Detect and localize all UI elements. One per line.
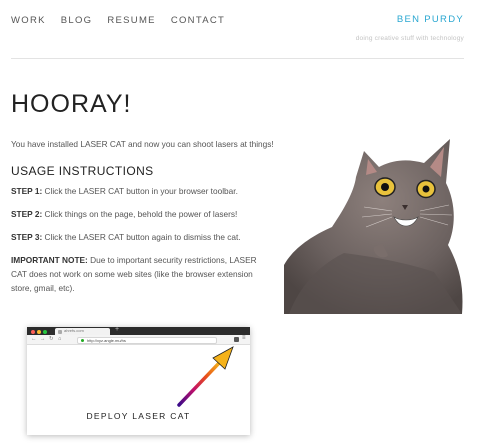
step-2-label: STEP 2: [11, 209, 43, 219]
important-note: IMPORTANT NOTE: Due to important securit… [11, 253, 261, 295]
main-nav: WORK BLOG RESUME CONTACT [11, 15, 240, 26]
nav-work[interactable]: WORK [11, 15, 46, 26]
nav-contact[interactable]: CONTACT [171, 15, 225, 26]
header-divider [11, 58, 464, 59]
step-1-label: STEP 1: [11, 186, 43, 196]
step-1-text: Click the LASER CAT button in your brows… [42, 186, 238, 196]
nav-blog[interactable]: BLOG [61, 15, 93, 26]
nav-resume[interactable]: RESUME [107, 15, 155, 26]
page-title: HOORAY! [11, 90, 132, 118]
step-3-text: Click the LASER CAT button again to dism… [42, 232, 241, 242]
site-brand[interactable]: BEN PURDY [397, 14, 464, 25]
laser-cat-image [284, 139, 463, 314]
site-tagline: doing creative stuff with technology [355, 35, 464, 42]
browser-screenshot: ahrefs.com + ← → ↻ ⌂ http://xyz.angle.mu… [27, 327, 250, 435]
step-2: STEP 2: Click things on the page, behold… [11, 207, 261, 221]
step-3-label: STEP 3: [11, 232, 43, 242]
intro-text: You have installed LASER CAT and now you… [11, 139, 274, 149]
deploy-caption: DEPLOY LASER CAT [86, 411, 191, 421]
usage-heading: USAGE INSTRUCTIONS [11, 164, 154, 178]
step-1: STEP 1: Click the LASER CAT button in yo… [11, 184, 261, 198]
note-label: IMPORTANT NOTE: [11, 255, 88, 265]
step-2-text: Click things on the page, behold the pow… [42, 209, 238, 219]
step-3: STEP 3: Click the LASER CAT button again… [11, 230, 261, 244]
